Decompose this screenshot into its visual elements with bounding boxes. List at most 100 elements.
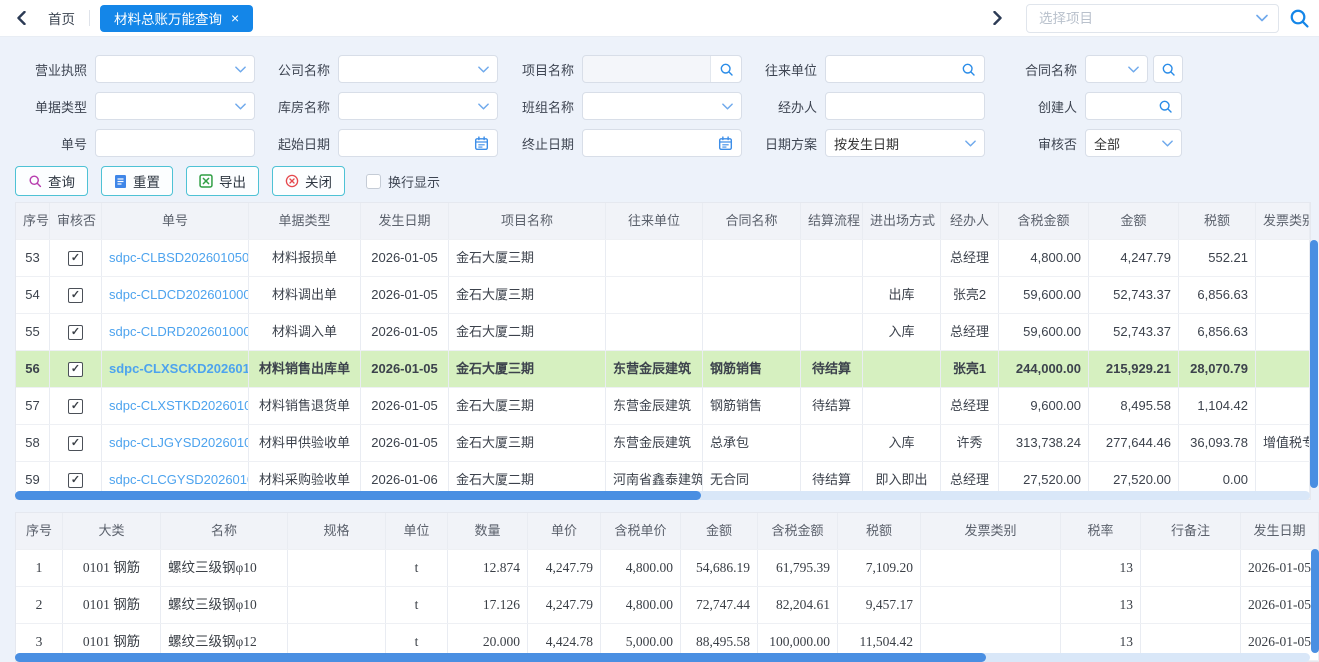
wrap-display-checkbox[interactable] [366,174,381,189]
chevron-right-icon [993,11,1002,25]
tabs-back-button[interactable] [8,4,34,32]
query-button[interactable]: 查询 [15,166,88,196]
main-table-vscroll-thumb[interactable] [1310,240,1318,488]
team-name-select[interactable] [582,92,742,120]
active-tab-label: 材料总账万能查询 [114,8,222,28]
doc-type-select[interactable] [95,92,255,120]
cell-settlement-flow [801,425,863,461]
start-date-label: 起始日期 [255,134,338,153]
cell-counterparty [606,314,703,350]
doc-type-label: 单据类型 [0,97,95,116]
cell-invoice-type: 增值税专用发票 [1256,425,1310,461]
handler-label: 经办人 [742,97,825,116]
project-selector[interactable] [1026,4,1279,33]
contract-search-button[interactable] [1153,55,1183,83]
cell-inout-mode: 入库 [863,314,941,350]
cell-tax-amount: 9,457.17 [838,587,921,623]
row-checkbox[interactable]: ✓ [68,473,83,488]
cell-contract-name: 总承包 [703,425,801,461]
main-table-row[interactable]: 57✓sdpc-CLXSTKD20260105000材料销售退货单2026-01… [16,388,1310,425]
cell-occur-date: 2026-01-05 [361,388,449,424]
date-scheme-select[interactable]: 按发生日期 [825,129,985,157]
cell-doc-type: 材料报损单 [249,240,361,276]
detail-table-hscrollbar[interactable] [15,653,1310,662]
cell-spec [288,550,386,586]
project-name-search-addon[interactable] [710,56,741,82]
tabs-forward-button[interactable] [984,4,1010,32]
col-audited: 审核否 [50,203,102,239]
audit-status-label: 审核否 [985,134,1085,153]
cell-doc-no[interactable]: sdpc-CLBSD20260105000 [102,240,249,276]
tab-close-icon[interactable]: × [231,11,239,25]
cell-doc-no[interactable]: sdpc-CLXSTKD20260105000 [102,388,249,424]
top-tab-bar: 首页 材料总账万能查询 × [0,0,1319,37]
detail-table-row[interactable]: 20101 钢筋螺纹三级钢φ10t17.1264,247.794,800.007… [16,587,1319,624]
cell-tax-amount: 1,104.42 [1179,388,1256,424]
detail-table-row[interactable]: 10101 钢筋螺纹三级钢φ10t12.8744,247.794,800.005… [16,550,1319,587]
project-search-button[interactable] [1279,3,1319,33]
audit-status-select[interactable]: 全部 [1085,129,1182,157]
cell-occur-date: 2026-01-05 [361,277,449,313]
main-table-row[interactable]: 58✓sdpc-CLJGYSD20260105000材料甲供验收单2026-01… [16,425,1310,462]
detail-table-body: 10101 钢筋螺纹三级钢φ10t12.8744,247.794,800.005… [16,550,1319,661]
cell-tax-incl-unit-price: 4,800.00 [601,550,681,586]
business-license-select[interactable] [95,55,255,83]
start-date-input[interactable] [338,129,498,157]
detail-table-hscroll-thumb[interactable] [15,653,986,662]
main-table-row[interactable]: 56✓sdpc-CLXSCKD20260105000材料销售出库单2026-01… [16,351,1310,388]
main-table-hscrollbar[interactable] [15,491,1310,500]
creator-input[interactable] [1085,92,1182,120]
tab-home[interactable]: 首页 [34,8,89,28]
col-counterparty: 往来单位 [606,203,703,239]
row-checkbox[interactable]: ✓ [68,399,83,414]
tab-material-ledger-query[interactable]: 材料总账万能查询 × [100,5,253,32]
warehouse-name-select[interactable] [338,92,498,120]
cell-row-remark [1141,550,1241,586]
cell-tax-incl-amount: 313,738.24 [999,425,1089,461]
main-table-row[interactable]: 55✓sdpc-CLDRD20260100000材料调入单2026-01-05金… [16,314,1310,351]
row-checkbox[interactable]: ✓ [68,325,83,340]
end-date-input[interactable] [582,129,742,157]
main-table-hscroll-thumb[interactable] [15,491,701,500]
project-select-input[interactable] [1037,10,1256,27]
cell-tax-amount: 36,093.78 [1179,425,1256,461]
wrap-display-option[interactable]: 换行显示 [366,172,440,191]
chevron-down-icon [1128,66,1139,73]
close-button[interactable]: 关闭 [272,166,345,196]
cell-doc-no[interactable]: sdpc-CLDCD20260100000 [102,277,249,313]
cell-tax-incl-amount: 9,600.00 [999,388,1089,424]
doc-no-input[interactable] [95,129,255,157]
cell-doc-no[interactable]: sdpc-CLDRD20260100000 [102,314,249,350]
creator-label: 创建人 [985,97,1085,116]
main-table-row[interactable]: 53✓sdpc-CLBSD20260105000材料报损单2026-01-05金… [16,240,1310,277]
col-invoice-type: 发票类别 [921,513,1061,549]
tab-separator [89,10,90,26]
cell-doc-no[interactable]: sdpc-CLXSCKD20260105000 [102,351,249,387]
col-seq: 序号 [16,203,50,239]
row-checkbox[interactable]: ✓ [68,362,83,377]
chevron-down-icon [478,66,489,73]
cell-contract-name: 钢筋销售 [703,351,801,387]
cell-inout-mode: 出库 [863,277,941,313]
cell-contract-name: 钢筋销售 [703,388,801,424]
row-checkbox[interactable]: ✓ [68,436,83,451]
handler-input[interactable] [825,92,985,120]
export-button[interactable]: 导出 [186,166,259,196]
cell-doc-no[interactable]: sdpc-CLJGYSD20260105000 [102,425,249,461]
detail-table-vscroll-thumb[interactable] [1311,549,1319,653]
main-table-row[interactable]: 54✓sdpc-CLDCD20260100000材料调出单2026-01-05金… [16,277,1310,314]
row-checkbox[interactable]: ✓ [68,288,83,303]
contract-name-select[interactable] [1085,55,1148,83]
col-unit-price: 单价 [528,513,601,549]
project-name-input[interactable] [582,55,742,83]
cell-handler: 张亮2 [941,277,999,313]
cell-category: 0101 钢筋 [63,587,161,623]
cell-settlement-flow: 待结算 [801,388,863,424]
col-amount: 金额 [681,513,758,549]
calendar-icon [474,136,489,151]
counterparty-input[interactable] [825,55,985,83]
header-row: 序号审核否单号单据类型发生日期项目名称往来单位合同名称结算流程进出场方式经办人含… [16,203,1310,240]
row-checkbox[interactable]: ✓ [68,251,83,266]
company-name-select[interactable] [338,55,498,83]
reset-button[interactable]: 重置 [101,166,173,196]
